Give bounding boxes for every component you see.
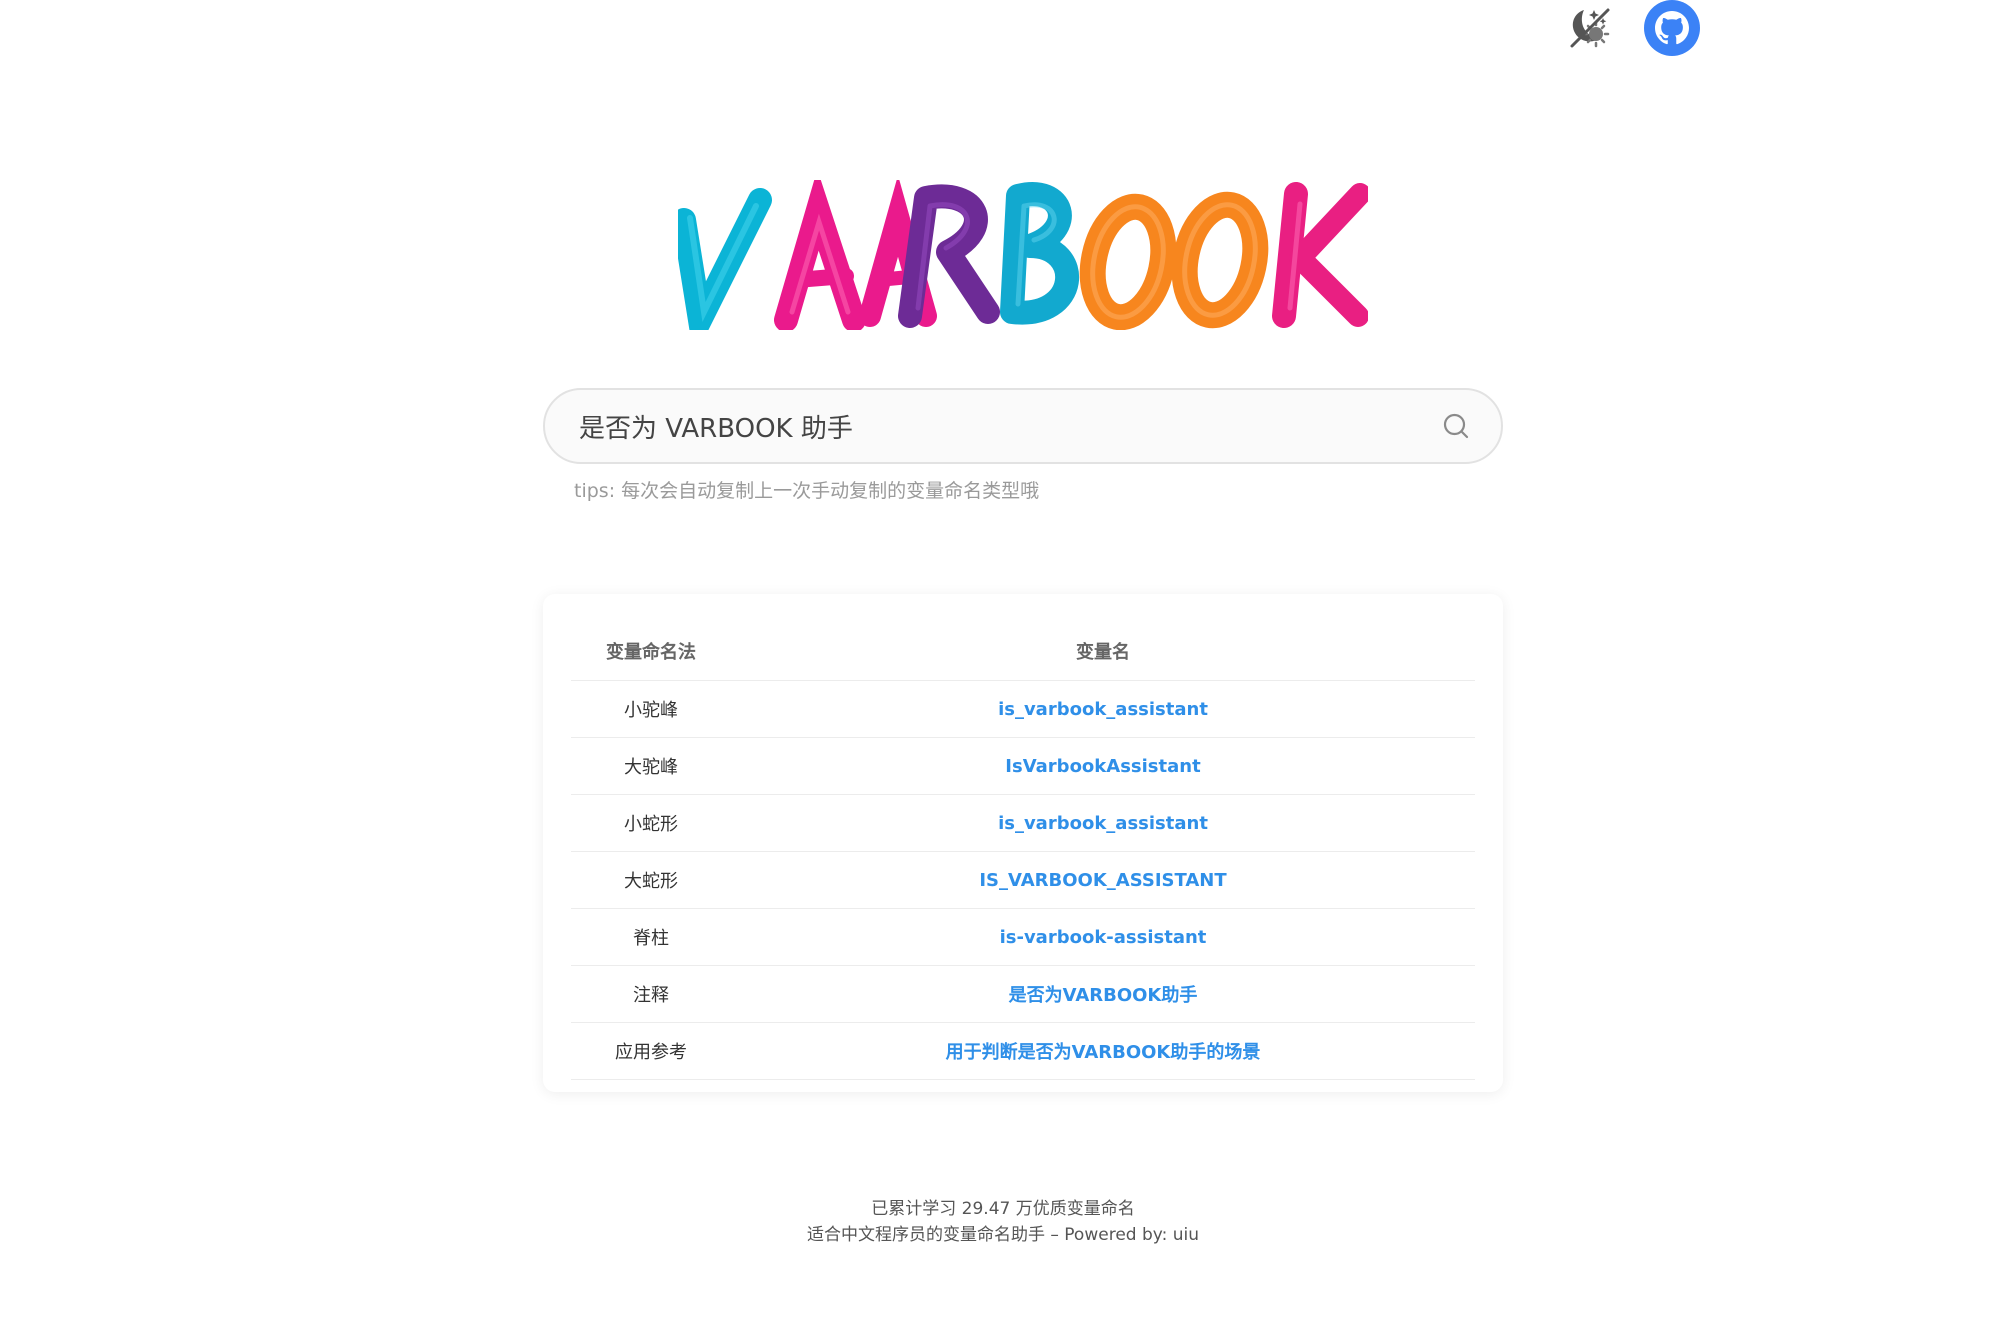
moon-stars-icon bbox=[1570, 8, 1610, 48]
table-row: 大蛇形 IS_VARBOOK_ASSISTANT bbox=[571, 851, 1475, 909]
variable-name-link[interactable]: is-varbook-assistant bbox=[731, 908, 1475, 966]
header-actions bbox=[1562, 0, 1700, 56]
footer-stats-count: 29.47 bbox=[961, 1199, 1011, 1219]
logo-letter-a bbox=[774, 180, 866, 330]
table-row: 脊柱 is-varbook-assistant bbox=[571, 908, 1475, 966]
page: tips: 每次会自动复制上一次手动复制的变量命名类型哦 变量命名法 变量名 小… bbox=[0, 0, 2006, 1332]
github-icon bbox=[1655, 11, 1689, 45]
logo-letter-k bbox=[1272, 182, 1368, 328]
variable-name-link[interactable]: is_varbook_assistant bbox=[731, 680, 1475, 738]
footer-tagline: 适合中文程序员的变量命名助手 – Powered by: uiu bbox=[806, 1225, 1199, 1245]
footer-stats-suffix: 万优质变量命名 bbox=[1010, 1199, 1135, 1219]
table-header-row: 变量命名法 变量名 bbox=[571, 622, 1475, 681]
naming-style-cell: 大蛇形 bbox=[571, 851, 731, 909]
table-row: 应用参考 用于判断是否为VARBOOK助手的场景 bbox=[571, 1022, 1475, 1080]
search-input[interactable] bbox=[577, 395, 1441, 457]
results-card: 变量命名法 变量名 小驼峰 is_varbook_assistant 大驼峰 I… bbox=[543, 594, 1503, 1092]
logo-letter-v bbox=[678, 188, 772, 330]
column-header-name: 变量名 bbox=[731, 622, 1475, 681]
variable-name-link[interactable]: IS_VARBOOK_ASSISTANT bbox=[731, 851, 1475, 909]
naming-style-cell: 脊柱 bbox=[571, 908, 731, 966]
table-row: 大驼峰 IsVarbookAssistant bbox=[571, 737, 1475, 795]
logo-letter-o bbox=[1079, 193, 1177, 330]
naming-style-cell: 小蛇形 bbox=[571, 794, 731, 852]
search-icon[interactable] bbox=[1441, 411, 1471, 441]
tips-text: tips: 每次会自动复制上一次手动复制的变量命名类型哦 bbox=[574, 480, 1040, 502]
variable-name-link[interactable]: 用于判断是否为VARBOOK助手的场景 bbox=[731, 1022, 1475, 1080]
github-button[interactable] bbox=[1644, 0, 1700, 56]
naming-style-cell: 小驼峰 bbox=[571, 680, 731, 738]
table-row: 注释 是否为VARBOOK助手 bbox=[571, 965, 1475, 1023]
logo-letter-b bbox=[1000, 182, 1080, 325]
table-row: 小驼峰 is_varbook_assistant bbox=[571, 680, 1475, 738]
table-row: 小蛇形 is_varbook_assistant bbox=[571, 794, 1475, 852]
variable-name-link[interactable]: is_varbook_assistant bbox=[731, 794, 1475, 852]
logo-letter-o-2 bbox=[1171, 191, 1269, 329]
naming-style-cell: 注释 bbox=[571, 965, 731, 1023]
search-bar bbox=[543, 388, 1503, 464]
footer-stats: 已累计学习 29.47 万优质变量命名 bbox=[0, 1194, 2006, 1219]
logo-letter-r bbox=[898, 184, 1000, 328]
column-header-style: 变量命名法 bbox=[571, 622, 731, 681]
results-table: 变量命名法 变量名 小驼峰 is_varbook_assistant 大驼峰 I… bbox=[571, 622, 1475, 1080]
variable-name-link[interactable]: 是否为VARBOOK助手 bbox=[731, 965, 1475, 1023]
naming-style-cell: 应用参考 bbox=[571, 1022, 731, 1080]
variable-name-link[interactable]: IsVarbookAssistant bbox=[731, 737, 1475, 795]
footer-stats-prefix: 已累计学习 bbox=[871, 1199, 962, 1219]
theme-toggle-button[interactable] bbox=[1562, 2, 1614, 54]
naming-style-cell: 大驼峰 bbox=[571, 737, 731, 795]
varbook-logo bbox=[678, 180, 1368, 330]
